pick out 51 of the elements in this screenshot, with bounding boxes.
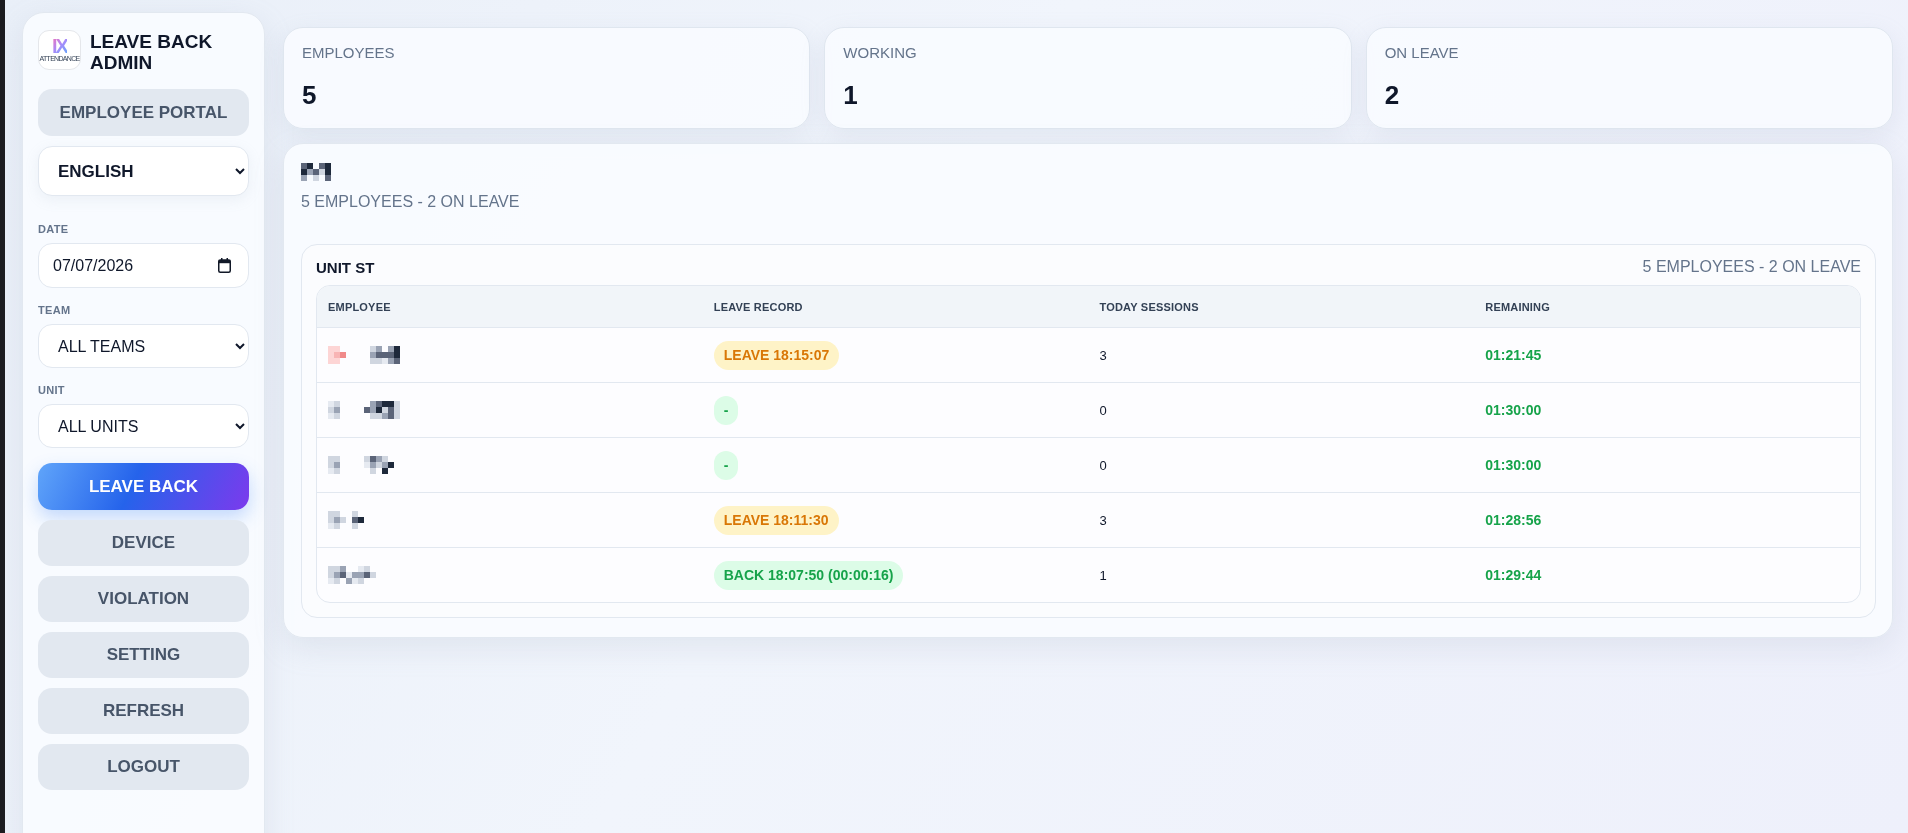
nav-button[interactable]: REFRESH	[38, 688, 249, 734]
pixelated-name-drawing	[328, 456, 394, 474]
column-header: REMAINING	[1485, 300, 1550, 313]
stat-value: 1	[843, 81, 858, 109]
language-select[interactable]: ENGLISH	[38, 146, 249, 196]
panel-subtitle: 5 EMPLOYEES - 2 ON LEAVE	[301, 193, 521, 211]
leave-status-badge: LEAVE 18:11:30	[713, 505, 839, 535]
app-title: LEAVE BACK ADMIN	[90, 30, 214, 73]
pixelated-name-drawing	[328, 511, 364, 529]
sessions-count: 1	[1099, 567, 1107, 583]
pixelated-name-drawing	[328, 346, 400, 364]
stat-label: WORKING	[843, 43, 917, 63]
unit-name: UNIT ST	[316, 258, 375, 276]
employee-portal-button[interactable]: EMPLOYEE PORTAL	[38, 89, 249, 136]
column-header: EMPLOYEE	[328, 300, 391, 313]
filter-select[interactable]: ALL TEAMS	[38, 324, 249, 368]
filter-select[interactable]: ALL UNITS	[38, 404, 249, 448]
leave-status-badge: -	[713, 395, 739, 425]
sessions-count: 3	[1099, 512, 1107, 528]
field-label: DATE	[38, 223, 70, 235]
stat-value: 5	[302, 81, 317, 109]
remaining-time: 01:30:00	[1485, 402, 1542, 418]
pixelated-name-drawing	[328, 401, 400, 419]
field-label: UNIT	[38, 384, 66, 396]
date-field[interactable]: 07/07/2026	[38, 243, 249, 288]
nav-button[interactable]: SETTING	[38, 632, 249, 678]
leave-status-badge: -	[713, 450, 739, 480]
leave-status-badge: LEAVE 18:15:07	[713, 340, 840, 370]
remaining-time: 01:21:45	[1485, 347, 1542, 363]
leave-status-badge: BACK 18:07:50 (00:00:16)	[713, 560, 904, 590]
nav-button[interactable]: VIOLATION	[38, 576, 249, 622]
pixelated-title-drawing	[301, 163, 331, 181]
stat-label: EMPLOYEES	[302, 43, 395, 63]
pixelated-name-drawing	[328, 566, 376, 584]
sessions-count: 0	[1099, 457, 1107, 473]
sessions-count: 0	[1099, 402, 1107, 418]
sessions-count: 3	[1099, 347, 1107, 363]
calendar-icon[interactable]	[218, 258, 231, 273]
date-input[interactable]: 07/07/2026	[53, 256, 210, 275]
column-header: LEAVE RECORD	[713, 300, 803, 313]
remaining-time: 01:30:00	[1485, 457, 1542, 473]
nav-button[interactable]: DEVICE	[38, 520, 249, 566]
remaining-time: 01:28:56	[1485, 512, 1542, 528]
nav-button[interactable]: LEAVE BACK	[38, 463, 249, 510]
remaining-time: 01:29:44	[1485, 567, 1542, 583]
stat-value: 2	[1384, 81, 1400, 109]
unit-summary: 5 EMPLOYEES - 2 ON LEAVE	[1642, 258, 1861, 276]
nav-button[interactable]: LOGOUT	[38, 744, 249, 790]
column-header: TODAY SESSIONS	[1099, 300, 1199, 313]
stat-label: ON LEAVE	[1384, 43, 1459, 63]
field-label: TEAM	[38, 304, 72, 316]
